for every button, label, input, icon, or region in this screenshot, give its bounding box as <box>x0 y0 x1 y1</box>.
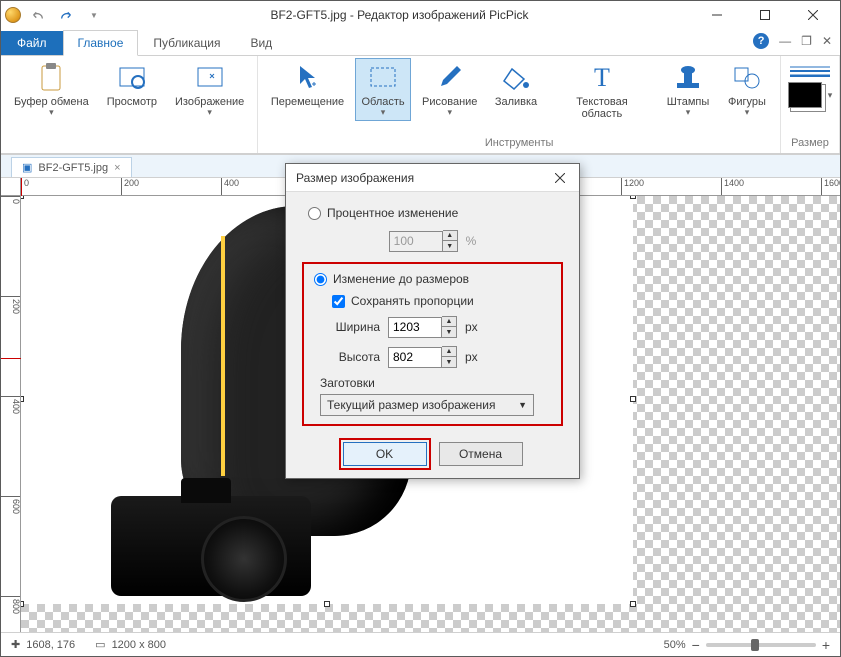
width-label: Ширина <box>320 320 380 334</box>
stamps-tool[interactable]: Штампы▾ <box>660 58 716 121</box>
ribbon-close-icon[interactable]: ✕ <box>822 34 832 48</box>
close-button[interactable] <box>790 1 836 29</box>
resize-dialog: Размер изображения Процентное изменение … <box>285 163 580 479</box>
tab-view[interactable]: Вид <box>235 30 287 55</box>
select-tool[interactable]: Область▾ <box>355 58 412 121</box>
cursor-icon <box>292 62 324 94</box>
clipboard-button[interactable]: Буфер обмена▾ <box>7 58 96 121</box>
radio-dimensions[interactable] <box>314 273 327 286</box>
color-swatch[interactable] <box>788 82 822 108</box>
checkbox-keep-ratio[interactable] <box>332 295 345 308</box>
height-unit: px <box>465 350 478 364</box>
clipboard-icon <box>35 62 67 94</box>
app-icon <box>5 7 21 23</box>
chevron-down-icon: ▼ <box>518 400 527 410</box>
app-window: ▼ BF2-GFT5.jpg - Редактор изображений Pi… <box>0 0 841 657</box>
highlighted-section: Изменение до размеров Сохранять пропорци… <box>302 262 563 426</box>
tab-publish[interactable]: Публикация <box>138 30 235 55</box>
undo-button[interactable] <box>27 4 49 26</box>
height-label: Высота <box>320 350 380 364</box>
ruler-marker-v <box>1 358 21 359</box>
zoom-value: 50% <box>664 639 686 651</box>
zoom-in-button[interactable]: + <box>822 637 830 653</box>
ribbon-tabs: Файл Главное Публикация Вид ? — ❐ ✕ <box>1 29 840 55</box>
maximize-button[interactable] <box>742 1 788 29</box>
minimize-button[interactable] <box>694 1 740 29</box>
width-input[interactable] <box>388 317 442 338</box>
redo-button[interactable] <box>55 4 77 26</box>
window-title: BF2-GFT5.jpg - Редактор изображений PicP… <box>113 8 686 22</box>
brush-icon <box>434 62 466 94</box>
height-input[interactable] <box>388 347 442 368</box>
cursor-pos: 1608, 176 <box>26 639 75 651</box>
preview-button[interactable]: Просмотр <box>100 58 164 111</box>
color-dropdown[interactable]: ▾ <box>828 90 833 101</box>
presets-label: Заготовки <box>320 376 551 390</box>
preview-icon <box>116 62 148 94</box>
shapes-tool[interactable]: Фигуры▾ <box>720 58 774 121</box>
help-icon[interactable]: ? <box>753 33 769 49</box>
stamp-icon <box>672 62 704 94</box>
ruler-marker-h <box>21 178 22 196</box>
image-button[interactable]: Изображение▾ <box>168 58 251 121</box>
close-tab-icon[interactable]: × <box>114 162 120 174</box>
percent-input <box>389 231 443 252</box>
text-tool[interactable]: T Текстовая область <box>548 58 656 123</box>
keep-ratio-label: Сохранять пропорции <box>351 294 474 308</box>
statusbar: ✚ 1608, 176 ▭ 1200 x 800 50% − + <box>1 632 840 656</box>
dims-icon: ▭ <box>95 638 105 651</box>
fill-tool[interactable]: Заливка <box>488 58 544 111</box>
marquee-icon <box>367 62 399 94</box>
height-spinner[interactable]: ▲▼ <box>442 346 457 368</box>
radio-percent-label: Процентное изменение <box>327 206 458 220</box>
percent-unit: % <box>466 234 477 248</box>
ribbon-restore-icon[interactable]: ❐ <box>801 34 812 48</box>
ok-button[interactable]: OK <box>343 442 427 466</box>
ruler-vertical: 0200400600800 <box>1 196 21 632</box>
ribbon: Файл Главное Публикация Вид ? — ❐ ✕ Буфе… <box>1 29 840 154</box>
percent-spinner: ▲▼ <box>443 230 458 252</box>
cancel-button[interactable]: Отмена <box>439 442 523 466</box>
line-width-button[interactable] <box>787 62 833 80</box>
image-dims: 1200 x 800 <box>112 639 166 651</box>
radio-percent[interactable] <box>308 207 321 220</box>
group-tools-label: Инструменты <box>485 135 554 151</box>
presets-combo[interactable]: Текущий размер изображения ▼ <box>320 394 534 416</box>
tab-file[interactable]: Файл <box>1 31 63 55</box>
radio-dimensions-label: Изменение до размеров <box>333 272 469 286</box>
move-tool[interactable]: Перемещение <box>264 58 350 111</box>
shapes-icon <box>731 62 763 94</box>
titlebar: ▼ BF2-GFT5.jpg - Редактор изображений Pi… <box>1 1 840 29</box>
file-icon: ▣ <box>22 161 32 174</box>
qat-dropdown[interactable]: ▼ <box>83 4 105 26</box>
presets-value: Текущий размер изображения <box>327 398 495 412</box>
document-tab-name: BF2-GFT5.jpg <box>38 162 108 174</box>
draw-tool[interactable]: Рисование▾ <box>415 58 484 121</box>
zoom-slider[interactable] <box>706 643 816 647</box>
dialog-title: Размер изображения <box>296 171 414 185</box>
dialog-titlebar[interactable]: Размер изображения <box>286 164 579 192</box>
bucket-icon <box>500 62 532 94</box>
width-unit: px <box>465 320 478 334</box>
zoom-out-button[interactable]: − <box>692 637 700 653</box>
tab-home[interactable]: Главное <box>63 30 139 56</box>
dialog-close-button[interactable] <box>547 168 573 188</box>
document-tab[interactable]: ▣ BF2-GFT5.jpg × <box>11 157 132 177</box>
text-icon: T <box>586 62 618 94</box>
width-spinner[interactable]: ▲▼ <box>442 316 457 338</box>
ruler-corner <box>1 178 21 196</box>
ribbon-minimize-icon[interactable]: — <box>779 34 791 48</box>
group-size-label: Размер <box>791 135 829 151</box>
image-icon <box>194 62 226 94</box>
cursor-pos-icon: ✚ <box>11 638 20 651</box>
